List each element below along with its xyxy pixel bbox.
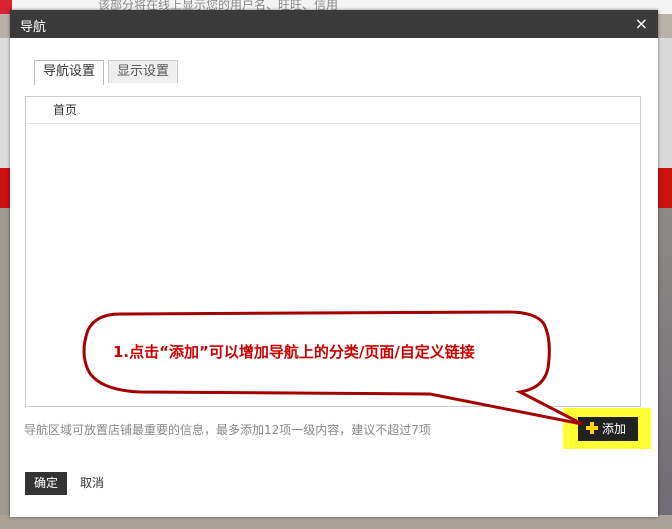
background-right-strip	[658, 38, 672, 529]
add-button-label: 添加	[602, 422, 627, 436]
tab-display-settings[interactable]: 显示设置	[108, 60, 179, 83]
navigation-dialog: 导航 × 导航设置 显示设置 首页 导航区域可放置店铺最重要的信息，最多添加12…	[10, 10, 658, 517]
confirm-button[interactable]: 确定	[25, 472, 67, 495]
dialog-tabs: 导航设置 显示设置	[34, 60, 182, 85]
cancel-button[interactable]: 取消	[80, 472, 104, 495]
nav-item-home[interactable]: 首页	[26, 97, 640, 124]
annotation-text: 1.点击“添加”可以增加导航上的分类/页面/自定义链接	[113, 343, 475, 361]
close-icon[interactable]: ×	[635, 14, 648, 33]
dialog-titlebar: 导航 ×	[10, 10, 658, 38]
background-bottom	[0, 515, 672, 529]
nav-hint-text: 导航区域可放置店铺最重要的信息，最多添加12项一级内容，建议不超过7项	[24, 423, 431, 437]
add-button[interactable]: 添加	[578, 417, 638, 441]
background-left-strip	[0, 38, 10, 529]
plus-icon	[586, 422, 598, 434]
dialog-title: 导航	[20, 20, 47, 35]
tab-navigation-settings[interactable]: 导航设置	[34, 60, 105, 85]
